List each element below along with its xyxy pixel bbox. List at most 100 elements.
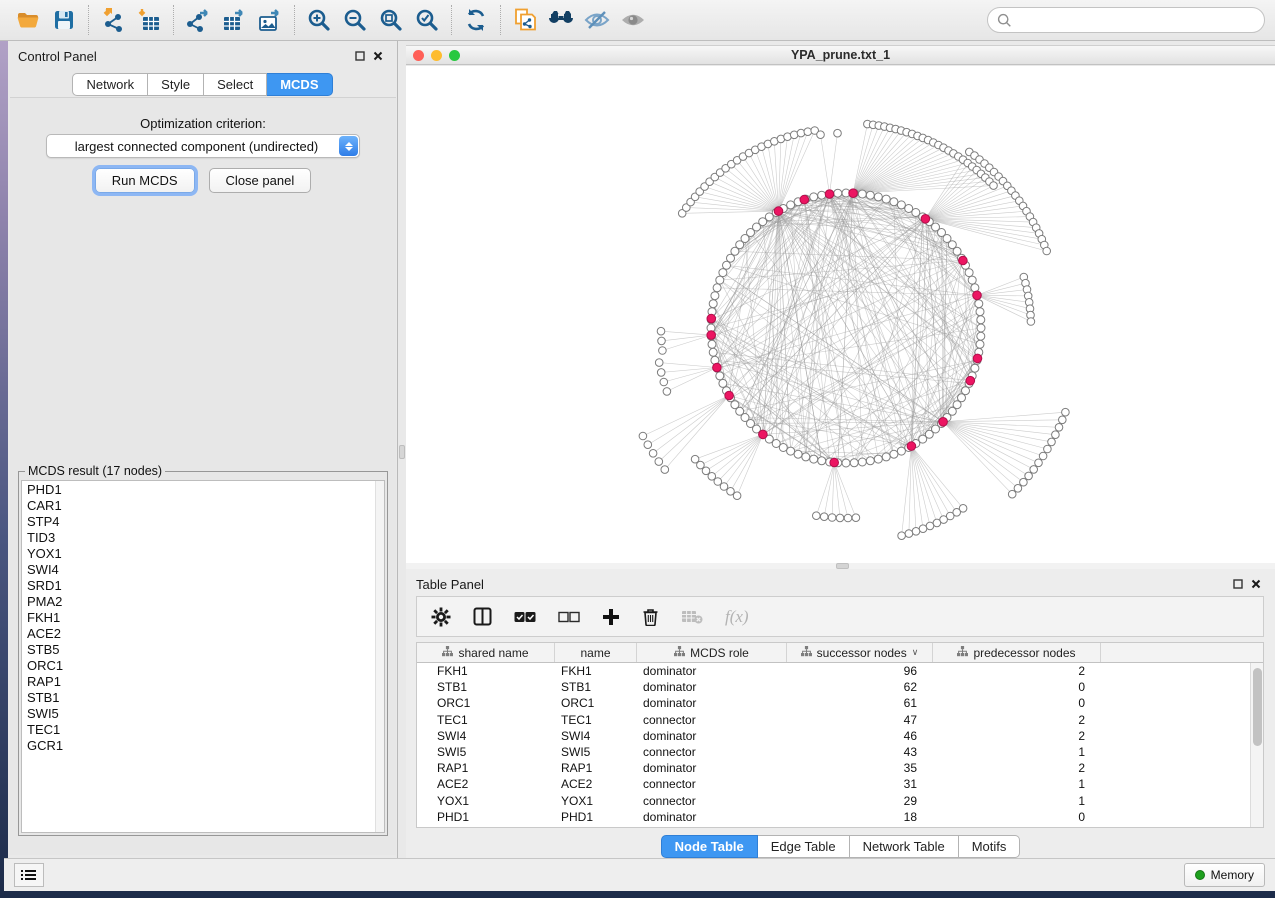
graph-leaf-node[interactable] bbox=[852, 514, 860, 522]
graph-node[interactable] bbox=[818, 191, 826, 199]
graph-leaf-node[interactable] bbox=[1035, 459, 1043, 467]
graph-leaf-node[interactable] bbox=[817, 131, 825, 139]
graph-leaf-node[interactable] bbox=[644, 441, 652, 449]
close-panel-button[interactable]: Close panel bbox=[209, 168, 312, 193]
graph-node[interactable] bbox=[858, 458, 866, 466]
save-session-icon[interactable] bbox=[46, 4, 82, 36]
graph-mcds-node[interactable] bbox=[725, 391, 734, 400]
table-row[interactable]: YOX1YOX1connector291 bbox=[417, 793, 1263, 809]
graph-leaf-node[interactable] bbox=[733, 492, 741, 500]
graph-leaf-node[interactable] bbox=[657, 327, 665, 335]
table-scrollbar[interactable] bbox=[1250, 663, 1263, 828]
graph-node[interactable] bbox=[976, 340, 984, 348]
mcds-list-scrollbar[interactable] bbox=[375, 481, 384, 832]
mcds-result-item[interactable]: PMA2 bbox=[27, 594, 384, 610]
graph-leaf-node[interactable] bbox=[990, 182, 998, 190]
graph-node[interactable] bbox=[866, 191, 874, 199]
import-table-icon[interactable] bbox=[131, 4, 167, 36]
graph-node[interactable] bbox=[874, 193, 882, 201]
graph-node[interactable] bbox=[968, 276, 976, 284]
mcds-result-item[interactable]: STB5 bbox=[27, 642, 384, 658]
table-row[interactable]: ACE2ACE2connector311 bbox=[417, 776, 1263, 792]
graph-leaf-node[interactable] bbox=[1055, 424, 1063, 432]
vertical-splitter[interactable] bbox=[398, 41, 406, 858]
graph-node[interactable] bbox=[874, 455, 882, 463]
tab-network[interactable]: Network bbox=[72, 73, 148, 96]
graph-leaf-node[interactable] bbox=[655, 359, 663, 367]
graph-node[interactable] bbox=[708, 340, 716, 348]
mcds-result-item[interactable]: TID3 bbox=[27, 530, 384, 546]
graph-leaf-node[interactable] bbox=[727, 488, 735, 496]
close-panel-icon[interactable] bbox=[1247, 576, 1265, 592]
graph-mcds-node[interactable] bbox=[966, 376, 975, 385]
graph-leaf-node[interactable] bbox=[1027, 318, 1035, 326]
mcds-result-item[interactable]: TEC1 bbox=[27, 722, 384, 738]
tab-motifs[interactable]: Motifs bbox=[959, 835, 1021, 858]
graph-node[interactable] bbox=[810, 193, 818, 201]
mcds-result-item[interactable]: RAP1 bbox=[27, 674, 384, 690]
column-header-shared-name[interactable]: shared name bbox=[417, 643, 555, 662]
graph-node[interactable] bbox=[850, 459, 858, 467]
mcds-result-item[interactable]: GCR1 bbox=[27, 738, 384, 754]
table-row[interactable]: PHD1PHD1dominator180 bbox=[417, 809, 1263, 825]
graph-leaf-node[interactable] bbox=[1059, 416, 1067, 424]
graph-node[interactable] bbox=[787, 447, 795, 455]
graph-node[interactable] bbox=[890, 198, 898, 206]
graph-node[interactable] bbox=[802, 453, 810, 461]
run-mcds-button[interactable]: Run MCDS bbox=[95, 168, 195, 193]
graph-leaf-node[interactable] bbox=[655, 458, 663, 466]
graph-node[interactable] bbox=[818, 457, 826, 465]
table-row[interactable]: TEC1TEC1connector472 bbox=[417, 712, 1263, 728]
graph-node[interactable] bbox=[858, 190, 866, 198]
graph-leaf-node[interactable] bbox=[1030, 466, 1038, 474]
mcds-result-item[interactable]: SWI4 bbox=[27, 562, 384, 578]
graph-mcds-node[interactable] bbox=[907, 442, 916, 451]
graph-node[interactable] bbox=[834, 189, 842, 197]
table-row[interactable]: FKH1FKH1dominator962 bbox=[417, 663, 1263, 679]
zoom-fit-icon[interactable] bbox=[373, 4, 409, 36]
tab-style[interactable]: Style bbox=[148, 73, 204, 96]
graph-mcds-node[interactable] bbox=[973, 291, 982, 300]
graph-node[interactable] bbox=[882, 453, 890, 461]
table-row[interactable]: STB1STB1dominator620 bbox=[417, 679, 1263, 695]
graph-leaf-node[interactable] bbox=[926, 522, 934, 530]
graph-mcds-node[interactable] bbox=[774, 207, 783, 216]
graph-node[interactable] bbox=[897, 447, 905, 455]
graph-leaf-node[interactable] bbox=[1014, 485, 1022, 493]
tab-node-table[interactable]: Node Table bbox=[661, 835, 758, 858]
graph-leaf-node[interactable] bbox=[919, 525, 927, 533]
column-header-MCDS-role[interactable]: MCDS role bbox=[637, 643, 787, 662]
export-network-icon[interactable] bbox=[180, 4, 216, 36]
graph-mcds-node[interactable] bbox=[939, 418, 948, 427]
network-canvas[interactable] bbox=[406, 66, 1275, 563]
graph-leaf-node[interactable] bbox=[1044, 445, 1052, 453]
graph-node[interactable] bbox=[977, 316, 985, 324]
window-minimize-light[interactable] bbox=[431, 50, 442, 61]
graph-leaf-node[interactable] bbox=[828, 514, 836, 522]
column-header-successor-nodes[interactable]: successor nodes∨ bbox=[787, 643, 933, 662]
graph-node[interactable] bbox=[971, 364, 979, 372]
create-column-icon[interactable] bbox=[602, 608, 620, 626]
graph-leaf-node[interactable] bbox=[663, 388, 671, 396]
graph-node[interactable] bbox=[709, 300, 717, 308]
graph-node[interactable] bbox=[975, 300, 983, 308]
mcds-result-item[interactable]: FKH1 bbox=[27, 610, 384, 626]
deselect-all-columns-icon[interactable] bbox=[558, 611, 580, 623]
float-panel-icon[interactable] bbox=[1229, 576, 1247, 592]
graph-leaf-node[interactable] bbox=[844, 514, 852, 522]
graph-leaf-node[interactable] bbox=[1043, 247, 1051, 255]
graph-mcds-node[interactable] bbox=[959, 256, 968, 265]
network-titlebar[interactable]: YPA_prune.txt_1 bbox=[406, 45, 1275, 65]
graph-leaf-node[interactable] bbox=[639, 432, 647, 440]
graph-leaf-node[interactable] bbox=[905, 530, 913, 538]
memory-button[interactable]: Memory bbox=[1184, 863, 1265, 887]
graph-leaf-node[interactable] bbox=[898, 532, 906, 540]
graph-leaf-node[interactable] bbox=[820, 513, 828, 521]
search-input[interactable] bbox=[1018, 12, 1255, 29]
mcds-result-item[interactable]: SWI5 bbox=[27, 706, 384, 722]
tab-network-table[interactable]: Network Table bbox=[850, 835, 959, 858]
graph-node[interactable] bbox=[866, 457, 874, 465]
show-columns-icon[interactable] bbox=[473, 607, 492, 626]
graph-leaf-node[interactable] bbox=[1008, 490, 1016, 498]
export-table-icon[interactable] bbox=[216, 4, 252, 36]
